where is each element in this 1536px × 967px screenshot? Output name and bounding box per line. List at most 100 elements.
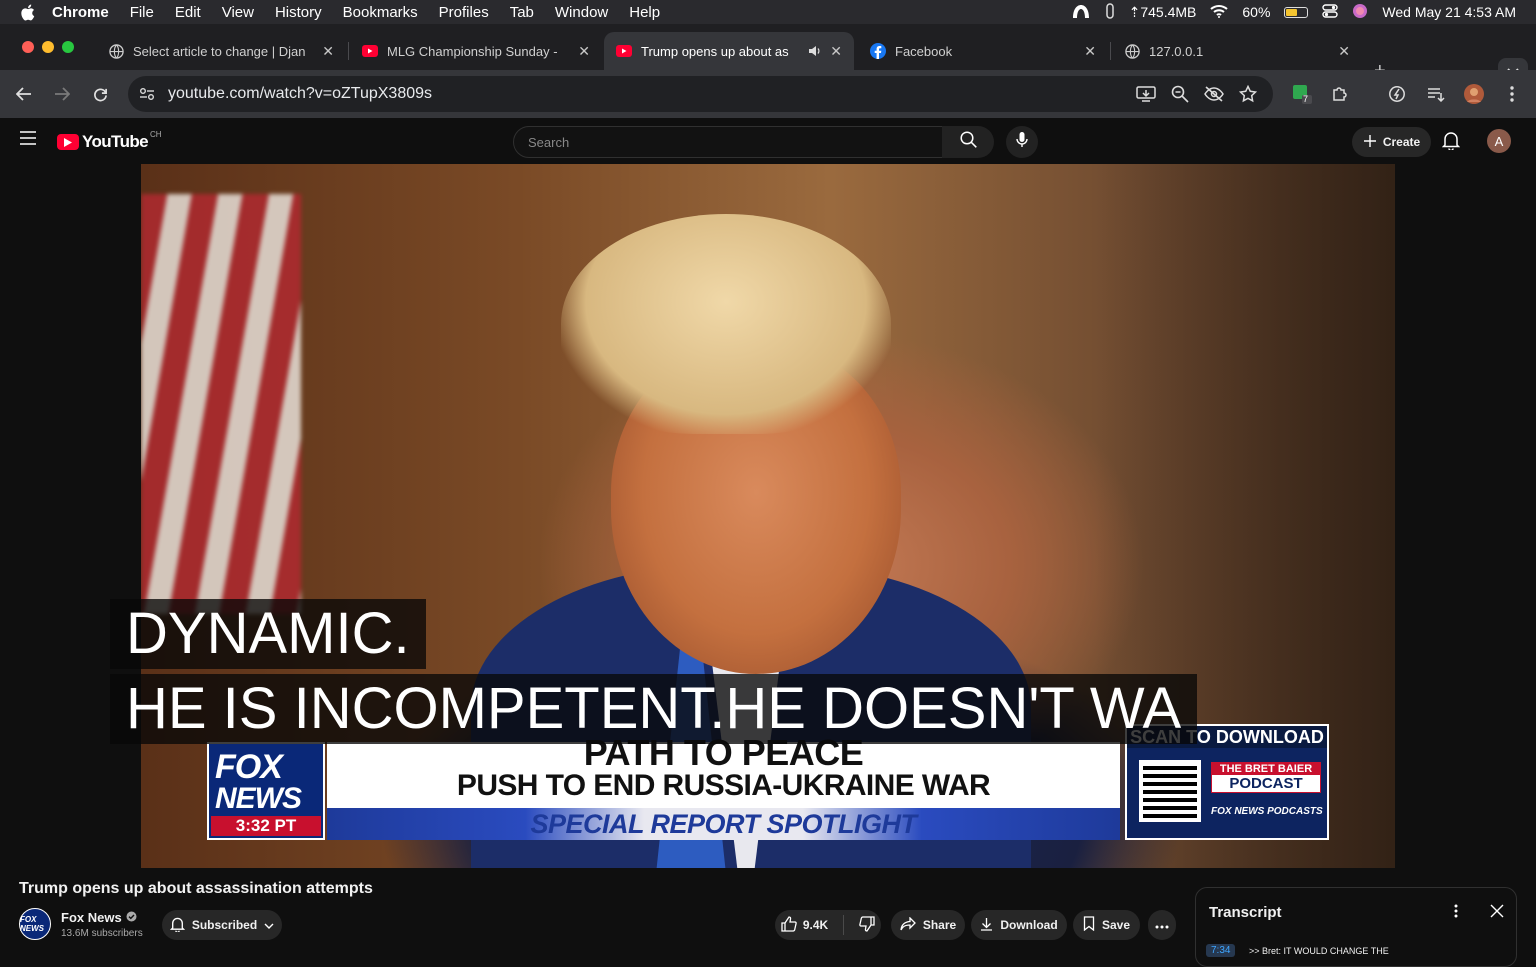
account-avatar[interactable]: A xyxy=(1487,129,1511,153)
back-arrow-icon[interactable] xyxy=(12,82,36,106)
extensions-puzzle-icon[interactable] xyxy=(1328,82,1352,106)
memory-readout[interactable]: ⇡745.4MB xyxy=(1129,4,1197,21)
close-tab-icon[interactable]: ✕ xyxy=(1338,43,1350,60)
reload-icon[interactable] xyxy=(88,82,112,106)
tab-mlg-championship[interactable]: MLG Championship Sunday - ✕ xyxy=(350,32,602,70)
podcast-brand: FOX NEWS PODCASTS xyxy=(1211,806,1323,817)
profile-avatar-icon[interactable] xyxy=(1462,82,1486,106)
facebook-icon xyxy=(870,43,886,59)
like-button[interactable]: 9.4K xyxy=(781,915,828,935)
transcript-segment-text[interactable]: >> Bret: IT WOULD CHANGE THE xyxy=(1249,946,1389,956)
plus-icon xyxy=(1363,134,1377,151)
battery-icon[interactable] xyxy=(1284,6,1309,18)
subscribed-button[interactable]: Subscribed xyxy=(162,910,282,940)
control-center-icon[interactable] xyxy=(1322,3,1339,21)
menu-history[interactable]: History xyxy=(275,4,322,21)
menu-app-name[interactable]: Chrome xyxy=(52,4,109,21)
chrome-menu-kebab-icon[interactable] xyxy=(1500,82,1524,106)
window-controls xyxy=(22,41,74,53)
forward-arrow-icon[interactable] xyxy=(50,82,74,106)
zoom-window-button[interactable] xyxy=(62,41,74,53)
menu-profiles[interactable]: Profiles xyxy=(439,4,489,21)
search-input[interactable]: Search xyxy=(513,126,943,158)
extension-badge: 7 xyxy=(1303,94,1309,104)
tab-facebook[interactable]: Facebook ✕ xyxy=(858,32,1108,70)
more-actions-button[interactable] xyxy=(1148,910,1176,940)
minimize-window-button[interactable] xyxy=(42,41,54,53)
notifications-bell-icon[interactable] xyxy=(1441,130,1461,155)
download-button[interactable]: Download xyxy=(971,910,1067,940)
close-tab-icon[interactable]: ✕ xyxy=(578,43,590,60)
subscribed-label: Subscribed xyxy=(191,918,258,932)
url-text[interactable]: youtube.com/watch?v=oZTupX3809s xyxy=(168,85,432,103)
speaker-hair xyxy=(561,214,891,434)
menu-bookmarks[interactable]: Bookmarks xyxy=(343,4,418,21)
channel-avatar[interactable]: FOX NEWS xyxy=(19,908,51,940)
thumbs-up-icon xyxy=(781,915,797,935)
reading-list-icon[interactable] xyxy=(1424,82,1448,106)
download-label: Download xyxy=(1000,918,1058,932)
youtube-play-logo-icon xyxy=(57,134,79,150)
site-settings-icon[interactable] xyxy=(138,85,156,103)
youtube-logo[interactable]: YouTube CH xyxy=(57,129,162,152)
share-arrow-icon xyxy=(900,915,916,934)
tab-title: Trump opens up about as xyxy=(641,43,789,59)
tracking-protection-eye-off-icon[interactable] xyxy=(1202,82,1226,106)
dislike-button[interactable] xyxy=(859,915,875,935)
caption-line-1: DYNAMIC. xyxy=(110,599,426,669)
country-code: CH xyxy=(150,129,162,139)
broadcast-time: 3:32 PT xyxy=(211,816,321,836)
performance-icon[interactable] xyxy=(1385,82,1409,106)
menubar-clock[interactable]: Wed May 21 4:53 AM xyxy=(1382,4,1516,20)
voice-search-button[interactable] xyxy=(1006,126,1038,158)
verified-check-icon xyxy=(126,910,137,925)
tab-title: Select article to change | Djan xyxy=(133,43,306,59)
tab-strip: Select article to change | Djan ✕ MLG Ch… xyxy=(0,24,1536,86)
background-flag xyxy=(141,194,301,614)
menu-help[interactable]: Help xyxy=(629,4,660,21)
qr-code-icon xyxy=(1139,760,1201,822)
close-tab-icon[interactable]: ✕ xyxy=(1084,43,1096,60)
podcast-badge: THE BRET BAIER PODCAST xyxy=(1211,762,1321,793)
tab-title: Facebook xyxy=(895,43,953,59)
like-dislike-group: 9.4K xyxy=(775,910,881,940)
transcript-title: Transcript xyxy=(1209,904,1282,921)
install-app-icon[interactable] xyxy=(1134,82,1158,106)
share-button[interactable]: Share xyxy=(891,910,965,940)
tab-django-admin[interactable]: Select article to change | Djan ✕ xyxy=(96,32,346,70)
fox-news-lower-third: FOX NEWS 3:32 PT PATH TO PEACE PUSH TO E… xyxy=(207,724,1329,840)
close-transcript-icon[interactable] xyxy=(1490,904,1504,923)
extension-green-icon[interactable]: 7 xyxy=(1290,82,1314,106)
channel-name[interactable]: Fox News xyxy=(61,910,137,925)
paperclip-icon[interactable] xyxy=(1105,2,1115,22)
menu-view[interactable]: View xyxy=(222,4,254,21)
close-tab-icon[interactable]: ✕ xyxy=(830,43,842,60)
wifi-icon[interactable] xyxy=(1210,4,1229,21)
menu-window[interactable]: Window xyxy=(555,4,608,21)
menu-tab[interactable]: Tab xyxy=(510,4,534,21)
search-placeholder: Search xyxy=(528,134,570,150)
transcript-more-icon[interactable] xyxy=(1454,904,1458,923)
menu-file[interactable]: File xyxy=(130,4,154,21)
address-bar[interactable]: youtube.com/watch?v=oZTupX3809s xyxy=(128,76,1273,112)
thumbs-down-icon xyxy=(859,915,875,935)
siri-icon[interactable] xyxy=(1352,3,1368,22)
save-button[interactable]: Save xyxy=(1073,910,1140,940)
tab-localhost[interactable]: 127.0.0.1 ✕ xyxy=(1112,32,1362,70)
arc-status-icon[interactable] xyxy=(1071,3,1091,22)
bookmark-star-icon[interactable] xyxy=(1236,82,1260,106)
close-tab-icon[interactable]: ✕ xyxy=(322,43,334,60)
menu-edit[interactable]: Edit xyxy=(175,4,201,21)
close-window-button[interactable] xyxy=(22,41,34,53)
browser-toolbar: youtube.com/watch?v=oZTupX3809s 7 xyxy=(0,70,1536,118)
speaker-icon[interactable] xyxy=(808,45,822,57)
hamburger-menu-icon[interactable] xyxy=(19,131,37,150)
transcript-timestamp[interactable]: 7:34 xyxy=(1206,944,1236,957)
apple-icon[interactable] xyxy=(20,4,38,21)
transcript-panel: Transcript 7:34 >> Bret: IT WOULD CHANGE… xyxy=(1195,887,1517,967)
segment-title: SPECIAL REPORT SPOTLIGHT xyxy=(327,808,1120,840)
create-button[interactable]: Create xyxy=(1352,127,1431,157)
search-button[interactable] xyxy=(942,126,994,158)
tab-trump-video[interactable]: Trump opens up about as ✕ xyxy=(604,32,854,70)
zoom-icon[interactable] xyxy=(1168,82,1192,106)
